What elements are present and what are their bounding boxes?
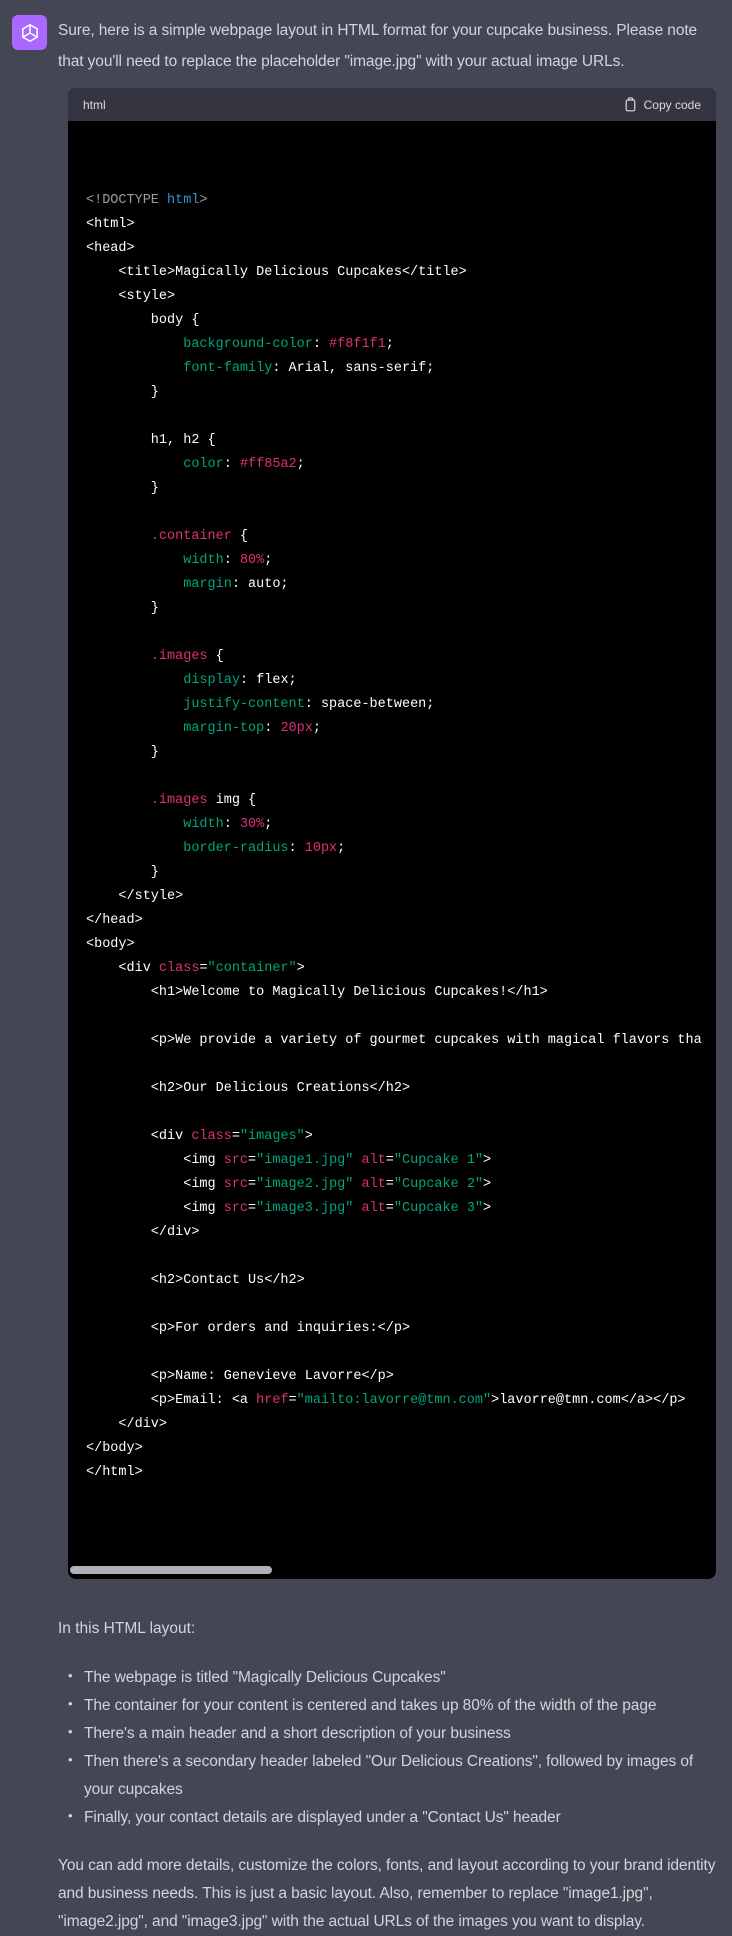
intro-paragraph: Sure, here is a simple webpage layout in… (58, 15, 716, 77)
copy-code-button[interactable]: Copy code (624, 97, 701, 112)
code-line: </head> (86, 909, 716, 933)
code-line: } (86, 741, 716, 765)
chat-page: { "message": { "intro": "Sure, here is a… (0, 0, 732, 1854)
code-line: <html> (86, 213, 716, 237)
code-lines: <!DOCTYPE html><html><head> <title>Magic… (86, 189, 716, 1485)
code-line: font-family: Arial, sans-serif; (86, 357, 716, 381)
layout-note-item: Then there's a secondary header labeled … (66, 1748, 706, 1804)
layout-note-item: There's a main header and a short descri… (66, 1720, 706, 1748)
code-line: <img src="image2.jpg" alt="Cupcake 2"> (86, 1173, 716, 1197)
code-line (86, 405, 716, 429)
code-line: .images { (86, 645, 716, 669)
code-line (86, 1341, 716, 1365)
code-line: <body> (86, 933, 716, 957)
code-line: </body> (86, 1437, 716, 1461)
code-line: <p>Name: Genevieve Lavorre</p> (86, 1365, 716, 1389)
code-line (86, 1101, 716, 1125)
code-line: <img src="image1.jpg" alt="Cupcake 1"> (86, 1149, 716, 1173)
code-line: </div> (86, 1221, 716, 1245)
outro-paragraph: You can add more details, customize the … (58, 1852, 716, 1936)
openai-logo-icon (19, 22, 41, 44)
code-line (86, 765, 716, 789)
assistant-message: Sure, here is a simple webpage layout in… (0, 0, 732, 1936)
code-line: h1, h2 { (86, 429, 716, 453)
code-line: </style> (86, 885, 716, 909)
code-line (86, 1005, 716, 1029)
clipboard-icon (624, 97, 637, 112)
code-language-label: html (83, 98, 106, 112)
layout-note-item: The webpage is titled "Magically Delicio… (66, 1664, 706, 1692)
assistant-avatar (12, 15, 47, 50)
code-line: } (86, 861, 716, 885)
code-line: } (86, 597, 716, 621)
code-line (86, 1245, 716, 1269)
code-line: background-color: #f8f1f1; (86, 333, 716, 357)
code-line: <title>Magically Delicious Cupcakes</tit… (86, 261, 716, 285)
code-line: body { (86, 309, 716, 333)
code-line: <div class="container"> (86, 957, 716, 981)
code-line: .images img { (86, 789, 716, 813)
scrollbar-thumb[interactable] (70, 1566, 272, 1574)
copy-code-label: Copy code (644, 98, 701, 112)
code-line: width: 30%; (86, 813, 716, 837)
code-line: } (86, 381, 716, 405)
code-line: border-radius: 10px; (86, 837, 716, 861)
code-line: <p>Email: <a href="mailto:lavorre@tmn.co… (86, 1389, 716, 1413)
code-line: <!DOCTYPE html> (86, 189, 716, 213)
code-line: margin-top: 20px; (86, 717, 716, 741)
code-line: width: 80%; (86, 549, 716, 573)
code-block: html Copy code <!DOCTYPE html><html><hea… (68, 88, 716, 1579)
code-line: margin: auto; (86, 573, 716, 597)
code-line (86, 621, 716, 645)
code-line: <h2>Our Delicious Creations</h2> (86, 1077, 716, 1101)
code-line: } (86, 477, 716, 501)
code-line (86, 1053, 716, 1077)
code-line (86, 501, 716, 525)
layout-notes-heading: In this HTML layout: (58, 1615, 716, 1643)
layout-note-item: Finally, your contact details are displa… (66, 1804, 706, 1832)
code-line: </html> (86, 1461, 716, 1485)
code-line: </div> (86, 1413, 716, 1437)
code-line: <p>For orders and inquiries:</p> (86, 1317, 716, 1341)
code-line: <img src="image3.jpg" alt="Cupcake 3"> (86, 1197, 716, 1221)
code-content[interactable]: <!DOCTYPE html><html><head> <title>Magic… (68, 121, 716, 1579)
code-line: <h1>Welcome to Magically Delicious Cupca… (86, 981, 716, 1005)
code-line: .container { (86, 525, 716, 549)
layout-notes-list: The webpage is titled "Magically Delicio… (66, 1664, 706, 1832)
code-block-header: html Copy code (68, 88, 716, 121)
code-line: <head> (86, 237, 716, 261)
code-line: display: flex; (86, 669, 716, 693)
code-line: <p>We provide a variety of gourmet cupca… (86, 1029, 716, 1053)
horizontal-scrollbar[interactable] (68, 1566, 716, 1575)
code-line: <div class="images"> (86, 1125, 716, 1149)
code-line: <h2>Contact Us</h2> (86, 1269, 716, 1293)
layout-note-item: The container for your content is center… (66, 1692, 706, 1720)
code-line (86, 1293, 716, 1317)
code-line: justify-content: space-between; (86, 693, 716, 717)
code-line: <style> (86, 285, 716, 309)
code-line: color: #ff85a2; (86, 453, 716, 477)
